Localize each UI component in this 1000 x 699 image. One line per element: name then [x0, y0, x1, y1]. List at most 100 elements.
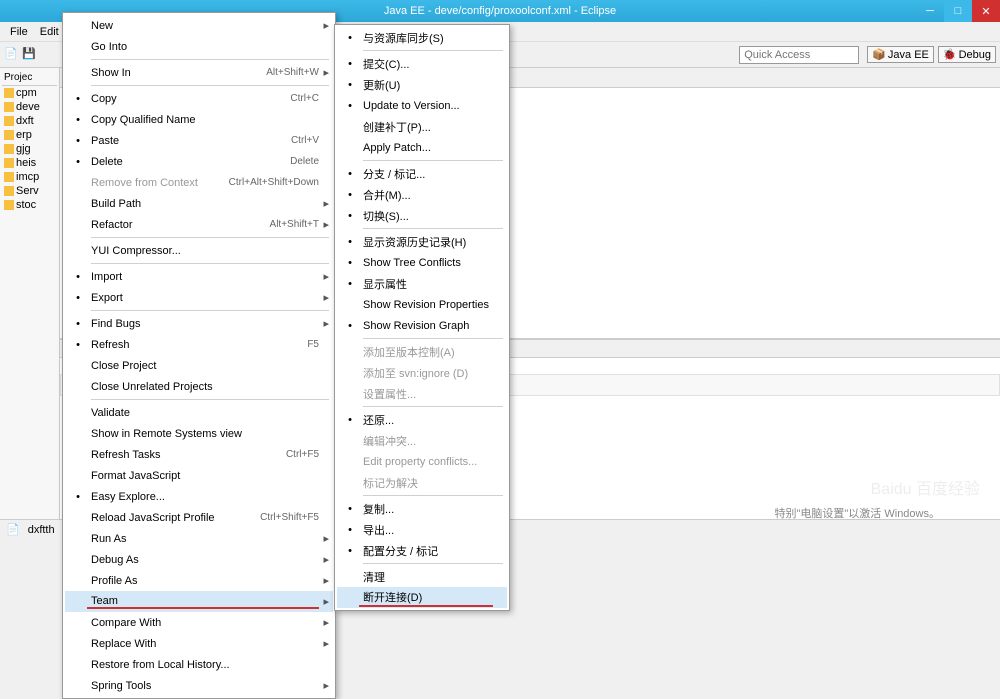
- menu-edit[interactable]: Edit: [34, 24, 65, 40]
- menu-item-label: 配置分支 / 标记: [359, 543, 493, 559]
- tree-item[interactable]: Serv: [2, 184, 57, 198]
- tree-item[interactable]: cpm: [2, 86, 57, 100]
- menu-item[interactable]: •DeleteDelete: [65, 151, 333, 172]
- menu-item[interactable]: •合并(M)...: [337, 184, 507, 205]
- maximize-button[interactable]: □: [944, 0, 972, 22]
- project-explorer-tab[interactable]: Projec: [2, 70, 57, 86]
- tree-item[interactable]: stoc: [2, 198, 57, 212]
- menu-item[interactable]: Team▸: [65, 591, 333, 612]
- menu-item[interactable]: •PasteCtrl+V: [65, 130, 333, 151]
- menu-item[interactable]: Apply Patch...: [337, 137, 507, 158]
- menu-item-label: Team: [87, 595, 319, 609]
- tree-item[interactable]: heis: [2, 156, 57, 170]
- menu-item[interactable]: •复制...: [337, 498, 507, 519]
- menu-item[interactable]: Debug As▸: [65, 549, 333, 570]
- menu-item[interactable]: Show InAlt+Shift+W▸: [65, 62, 333, 83]
- context-menu-team[interactable]: •与资源库同步(S) •提交(C)...•更新(U)•Update to Vers…: [334, 24, 510, 611]
- menu-item[interactable]: •切换(S)...: [337, 205, 507, 226]
- menu-separator: [363, 50, 503, 51]
- menu-item[interactable]: YUI Compressor...: [65, 240, 333, 261]
- menu-item[interactable]: •Find Bugs▸: [65, 313, 333, 334]
- menu-item[interactable]: •还原...: [337, 409, 507, 430]
- tree-item[interactable]: dxft: [2, 114, 57, 128]
- config-icon: •: [341, 545, 359, 557]
- menu-item[interactable]: Format JavaScript: [65, 465, 333, 486]
- tree-item[interactable]: deve: [2, 100, 57, 114]
- menu-item[interactable]: New▸: [65, 15, 333, 36]
- menu-item[interactable]: •分支 / 标记...: [337, 163, 507, 184]
- menu-item-label: Debug As: [87, 554, 319, 566]
- menu-item-label: Paste: [87, 135, 291, 147]
- menu-item[interactable]: RefactorAlt+Shift+T▸: [65, 214, 333, 235]
- menu-item[interactable]: Validate: [65, 402, 333, 423]
- menu-separator: [91, 399, 329, 400]
- menu-item[interactable]: Show in Remote Systems view: [65, 423, 333, 444]
- perspective-javaee[interactable]: 📦 Java EE: [867, 46, 934, 63]
- menu-item[interactable]: Compare With▸: [65, 612, 333, 633]
- menu-item-label: Show Tree Conflicts: [359, 257, 493, 269]
- menu-item-label: 设置属性...: [359, 386, 493, 402]
- menu-item[interactable]: •Copy Qualified Name: [65, 109, 333, 130]
- menu-item[interactable]: •与资源库同步(S): [337, 27, 507, 48]
- menu-item[interactable]: •Import▸: [65, 266, 333, 287]
- menu-item: Edit property conflicts...: [337, 451, 507, 472]
- menu-item[interactable]: Show Revision Properties: [337, 294, 507, 315]
- menu-item-label: Show In: [87, 67, 266, 79]
- menu-item[interactable]: Build Path▸: [65, 193, 333, 214]
- menu-accelerator: Ctrl+V: [291, 135, 319, 146]
- submenu-arrow-icon: ▸: [319, 270, 329, 283]
- context-menu-main[interactable]: New▸Go Into Show InAlt+Shift+W▸ •CopyCtrl+…: [62, 12, 336, 699]
- status-file-icon: 📄: [6, 523, 20, 536]
- menu-item[interactable]: •Show Revision Graph: [337, 315, 507, 336]
- perspective-debug[interactable]: 🐞 Debug: [938, 46, 996, 63]
- menu-item[interactable]: •更新(U): [337, 74, 507, 95]
- menu-item[interactable]: 清理: [337, 566, 507, 587]
- menu-item[interactable]: •导出...: [337, 519, 507, 540]
- menu-item[interactable]: Go Into: [65, 36, 333, 57]
- menu-item[interactable]: Close Project: [65, 355, 333, 376]
- quick-access-input[interactable]: [739, 46, 859, 64]
- menu-item: 编辑冲突...: [337, 430, 507, 451]
- menu-item[interactable]: •Export▸: [65, 287, 333, 308]
- menu-item[interactable]: 创建补丁(P)...: [337, 116, 507, 137]
- menu-item[interactable]: •Update to Version...: [337, 95, 507, 116]
- menu-item[interactable]: •Easy Explore...: [65, 486, 333, 507]
- menu-item: 标记为解决: [337, 472, 507, 493]
- menu-item[interactable]: •显示资源历史记录(H): [337, 231, 507, 252]
- switch-icon: •: [341, 210, 359, 222]
- submenu-arrow-icon: ▸: [319, 19, 329, 32]
- menu-item-label: 清理: [359, 569, 493, 585]
- menu-item[interactable]: Reload JavaScript ProfileCtrl+Shift+F5: [65, 507, 333, 528]
- submenu-arrow-icon: ▸: [319, 616, 329, 629]
- tree-item[interactable]: imcp: [2, 170, 57, 184]
- menu-item[interactable]: •配置分支 / 标记: [337, 540, 507, 561]
- menu-accelerator: Ctrl+F5: [286, 449, 319, 460]
- save-icon[interactable]: 💾: [22, 47, 38, 63]
- menu-separator: [363, 338, 503, 339]
- menu-item[interactable]: Restore from Local History...: [65, 654, 333, 675]
- menu-item[interactable]: •提交(C)...: [337, 53, 507, 74]
- bug-icon: •: [69, 318, 87, 330]
- menu-item[interactable]: Close Unrelated Projects: [65, 376, 333, 397]
- menu-item[interactable]: •RefreshF5: [65, 334, 333, 355]
- tree-item[interactable]: erp: [2, 128, 57, 142]
- menu-item[interactable]: Spring Tools▸: [65, 675, 333, 696]
- menu-item[interactable]: •CopyCtrl+C: [65, 88, 333, 109]
- tree-item[interactable]: gjg: [2, 142, 57, 156]
- menu-separator: [91, 263, 329, 264]
- graph-icon: •: [341, 320, 359, 332]
- menu-item[interactable]: Replace With▸: [65, 633, 333, 654]
- menu-item[interactable]: •显示属性: [337, 273, 507, 294]
- close-button[interactable]: ✕: [972, 0, 1000, 22]
- menu-item[interactable]: Refresh TasksCtrl+F5: [65, 444, 333, 465]
- menu-file[interactable]: File: [4, 24, 34, 40]
- menu-item[interactable]: •Show Tree Conflicts: [337, 252, 507, 273]
- submenu-arrow-icon: ▸: [319, 66, 329, 79]
- menu-item[interactable]: 断开连接(D): [337, 587, 507, 608]
- minimize-button[interactable]: ─: [916, 0, 944, 22]
- menu-item[interactable]: Profile As▸: [65, 570, 333, 591]
- new-icon[interactable]: 📄: [4, 47, 20, 63]
- sync-icon: •: [341, 32, 359, 44]
- props-icon: •: [341, 278, 359, 290]
- menu-item-label: 标记为解决: [359, 475, 493, 491]
